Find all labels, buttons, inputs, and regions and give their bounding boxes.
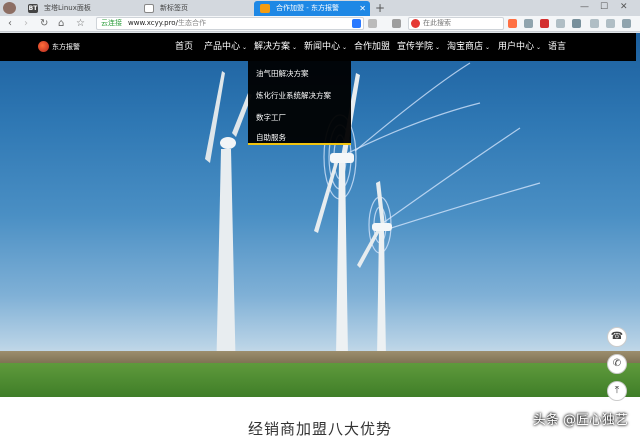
nav-label: 合作加盟 — [354, 42, 391, 52]
dropdown-item-oilfield[interactable]: 油气田解决方案 — [256, 68, 309, 79]
search-input[interactable]: 在此搜索 — [408, 17, 504, 30]
nav-partnership[interactable]: 合作加盟 — [354, 41, 390, 53]
tab-bt-panel[interactable]: BT 宝塔Linux面板 — [22, 1, 138, 16]
nav-label: 新闻中心 — [304, 42, 341, 52]
nav-language[interactable]: 语言 — [548, 41, 566, 53]
url-host: www.xcyy.pro/ — [128, 19, 178, 27]
tab-label: 合作加盟 - 东方报警 — [276, 4, 339, 12]
chat-icon[interactable]: ✆ — [607, 354, 627, 374]
chevron-down-icon: ⌄ — [342, 44, 348, 51]
grid-icon[interactable] — [556, 19, 565, 28]
dropdown-item-digital-factory[interactable]: 数字工厂 — [256, 112, 286, 123]
search-engine-icon — [411, 19, 420, 28]
nav-products[interactable]: 产品中心 ⌄ — [204, 41, 247, 54]
search-placeholder: 在此搜索 — [423, 19, 451, 27]
nav-academy[interactable]: 宣传学院 ⌄ — [397, 41, 440, 54]
scissors-icon[interactable] — [572, 19, 581, 28]
site-icon — [260, 4, 270, 13]
profile-avatar[interactable] — [3, 2, 16, 14]
new-tab-button[interactable]: + — [375, 1, 385, 15]
watermark-text: 头条 @匠心独艺 — [532, 413, 628, 428]
nav-news[interactable]: 新闻中心 ⌄ — [304, 41, 347, 54]
nav-label: 解决方案 — [254, 42, 291, 52]
dropdown-accent-bar — [248, 143, 351, 145]
site-navbar: 东方报警 首页 产品中心 ⌄ 解决方案 ⌄ 新闻中心 ⌄ 合作加盟 宣传学院 ⌄ 淘宝商… — [0, 33, 636, 61]
logo-mark-icon — [38, 41, 49, 52]
dropdown-item-self-service[interactable]: 自助服务 — [256, 132, 286, 143]
minimize-icon[interactable]: — — [580, 2, 589, 12]
tab-partner[interactable]: 合作加盟 - 东方报警 ✕ — [254, 1, 370, 16]
nav-label: 用户中心 — [498, 42, 535, 52]
chevron-down-icon: ⌄ — [292, 44, 298, 51]
forward-icon[interactable]: › — [24, 17, 28, 31]
bt-icon: BT — [28, 4, 38, 13]
download-icon[interactable] — [524, 19, 533, 28]
nav-label: 首页 — [175, 42, 194, 52]
tab-strip: BT 宝塔Linux面板 新标签页 合作加盟 - 东方报警 ✕ + — ☐ ✕ — [0, 0, 640, 16]
chevron-down-icon: ⌄ — [242, 44, 248, 51]
game-icon[interactable] — [508, 19, 517, 28]
grass-field — [0, 363, 640, 397]
nav-label: 语言 — [548, 42, 567, 52]
menu-icon[interactable] — [392, 19, 401, 28]
close-tab-icon[interactable]: ✕ — [359, 1, 366, 16]
nav-label: 淘宝商店 — [447, 42, 484, 52]
extension-icon[interactable] — [368, 19, 377, 28]
page-icon — [144, 4, 154, 13]
customer-service-icon[interactable]: ☎ — [607, 327, 627, 347]
nav-taobao-store[interactable]: 淘宝商店 ⌄ — [447, 41, 490, 54]
chevron-down-icon: ⌄ — [485, 44, 491, 51]
home-icon[interactable]: ⌂ — [58, 17, 64, 31]
solutions-dropdown-menu: 油气田解决方案 炼化行业系统解决方案 数字工厂 自助服务 — [248, 61, 351, 145]
settings-menu-icon[interactable] — [622, 19, 631, 28]
secure-label: 云连接 — [101, 19, 122, 27]
reload-icon[interactable]: ↻ — [40, 17, 48, 31]
browser-toolbar: ‹ › ↻ ⌂ ☆ 云连接 www.xcyy.pro/生态合作 在此搜索 — [0, 16, 640, 32]
undo-icon[interactable] — [590, 19, 599, 28]
nav-user-center[interactable]: 用户中心 ⌄ — [498, 41, 541, 54]
nav-solutions[interactable]: 解决方案 ⌄ — [254, 41, 297, 54]
pdf-icon[interactable] — [540, 19, 549, 28]
star-icon[interactable]: ☆ — [76, 17, 85, 31]
logo-text: 东方报警 — [52, 43, 80, 51]
tab-new-tab[interactable]: 新标签页 — [138, 1, 254, 16]
dropdown-item-refining[interactable]: 炼化行业系统解决方案 — [256, 90, 331, 101]
close-window-icon[interactable]: ✕ — [620, 2, 628, 12]
url-path: 生态合作 — [177, 19, 206, 27]
back-icon[interactable]: ‹ — [8, 17, 12, 31]
nav-label: 产品中心 — [204, 42, 241, 52]
nav-home[interactable]: 首页 — [175, 41, 193, 53]
night-mode-icon[interactable] — [606, 19, 615, 28]
tab-label: 宝塔Linux面板 — [44, 4, 91, 12]
shield-icon[interactable] — [352, 19, 361, 28]
page-viewport: 东方报警 首页 产品中心 ⌄ 解决方案 ⌄ 新闻中心 ⌄ 合作加盟 宣传学院 ⌄ 淘宝商… — [0, 33, 640, 439]
back-to-top-icon[interactable]: ⤒ — [607, 381, 627, 401]
chevron-down-icon: ⌄ — [536, 44, 542, 51]
tab-label: 新标签页 — [160, 4, 188, 12]
chevron-down-icon: ⌄ — [435, 44, 441, 51]
address-bar[interactable]: 云连接 www.xcyy.pro/生态合作 — [96, 17, 364, 30]
maximize-icon[interactable]: ☐ — [600, 2, 608, 12]
nav-label: 宣传学院 — [397, 42, 434, 52]
